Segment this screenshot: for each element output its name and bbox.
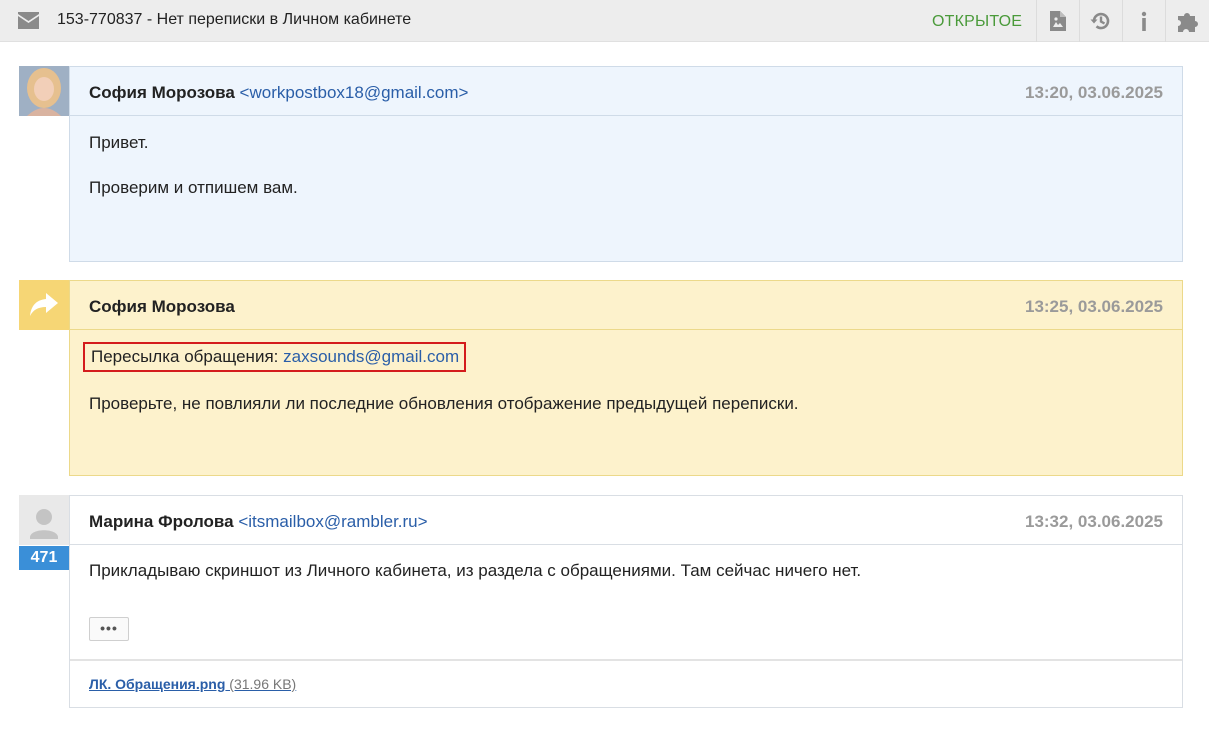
pdf-export-button[interactable]	[1036, 0, 1079, 42]
avatar	[19, 495, 69, 545]
sender-name: Марина Фролова <itsmailbox@rambler.ru>	[89, 512, 428, 531]
pdf-icon	[1050, 11, 1066, 31]
forward-icon	[30, 293, 58, 316]
message-date: 13:25, 03.06.2025	[1024, 297, 1163, 316]
message-card: София Морозова 13:25, 03.06.2025 Пересыл…	[69, 280, 1183, 476]
message-text: Привет.	[89, 133, 149, 152]
message-header: Марина Фролова <itsmailbox@rambler.ru> 1…	[70, 496, 1182, 545]
message-date: 13:32, 03.06.2025	[1024, 512, 1163, 531]
message-text: Проверьте, не повлияли ли последние обно…	[89, 394, 799, 413]
message-date: 13:20, 03.06.2025	[1024, 83, 1163, 102]
ticket-status[interactable]: ОТКРЫТОЕ	[932, 13, 1022, 31]
attachment-link[interactable]: ЛК. Обращения.png (31.96 KB)	[89, 676, 296, 692]
sender-email[interactable]: <workpostbox18@gmail.com>	[240, 83, 469, 102]
history-icon	[1090, 12, 1110, 30]
attachment-row: ЛК. Обращения.png (31.96 KB)	[70, 659, 1182, 707]
message-body: Пересылка обращения: zaxsounds@gmail.com…	[70, 330, 1182, 454]
forward-info: Пересылка обращения: zaxsounds@gmail.com	[83, 342, 467, 372]
message-body: Прикладываю скриншот из Личного кабинета…	[70, 545, 1182, 621]
mail-icon	[18, 12, 39, 29]
ticket-count-badge[interactable]: 471	[19, 546, 69, 570]
avatar-photo-icon	[19, 66, 69, 116]
message-header: София Морозова 13:25, 03.06.2025	[70, 281, 1182, 330]
avatar	[19, 66, 69, 116]
plugin-button[interactable]	[1165, 0, 1209, 42]
sender-name: София Морозова	[89, 297, 235, 316]
attachment-size: (31.96 KB)	[225, 676, 297, 692]
message-text: Прикладываю скриншот из Личного кабинета…	[89, 561, 862, 580]
message-text: Проверим и отпишем вам.	[89, 178, 298, 197]
sender-name: София Морозова <workpostbox18@gmail.com>	[89, 83, 469, 102]
sender-email[interactable]: <itsmailbox@rambler.ru>	[238, 512, 427, 531]
forward-email-link[interactable]: zaxsounds@gmail.com	[283, 347, 459, 366]
forward-avatar	[19, 280, 69, 330]
ticket-title: 153-770837 - Нет переписки в Личном каби…	[57, 11, 412, 28]
user-placeholder-icon	[30, 509, 58, 539]
message-card: София Морозова <workpostbox18@gmail.com>…	[69, 66, 1183, 262]
message-header: София Морозова <workpostbox18@gmail.com>…	[70, 67, 1182, 116]
history-button[interactable]	[1079, 0, 1122, 42]
plugin-icon	[1177, 13, 1198, 32]
message-body: Привет. Проверим и отпишем вам.	[70, 116, 1182, 238]
show-more-button[interactable]: •••	[89, 617, 129, 641]
message-card: Марина Фролова <itsmailbox@rambler.ru> 1…	[69, 495, 1183, 708]
info-button[interactable]	[1122, 0, 1165, 42]
ticket-header: 153-770837 - Нет переписки в Личном каби…	[0, 0, 1209, 42]
info-icon	[1141, 11, 1147, 31]
